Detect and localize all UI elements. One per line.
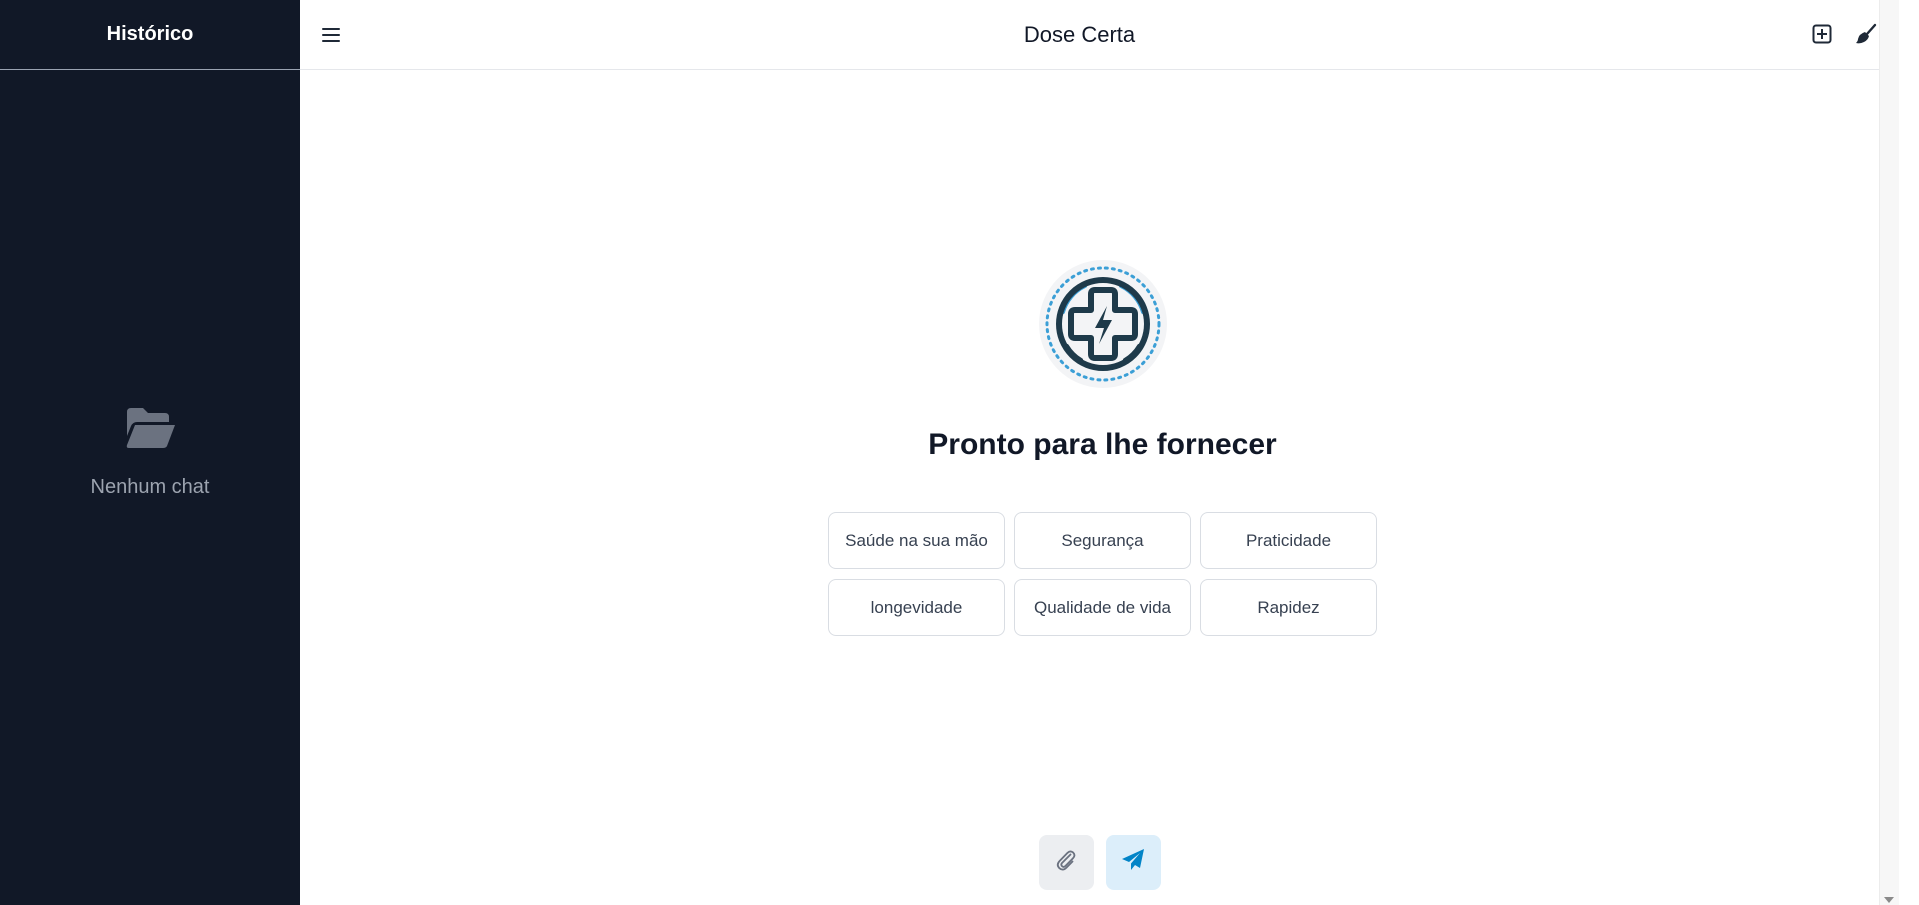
welcome-content: Pronto para lhe fornecer Saúde na sua mã… [300,70,1899,905]
app-root: Histórico Nenhum chat Dose Certa Pronto … [0,0,1919,905]
scroll-down-arrow-icon[interactable] [1884,897,1894,903]
suggestion-chips: Saúde na sua mão Segurança Praticidade l… [828,512,1377,637]
suggestion-chip[interactable]: Praticidade [1200,512,1377,570]
attach-button[interactable] [1038,835,1094,890]
sidebar-empty-state: Nenhum chat [0,70,300,905]
suggestion-chip[interactable]: Saúde na sua mão [828,512,1005,570]
folder-open-icon [123,406,177,450]
suggestion-chip[interactable]: Segurança [1014,512,1191,570]
suggestion-chip[interactable]: longevidade [828,579,1005,637]
paper-plane-send-icon [1120,847,1146,878]
paperclip-icon [1054,848,1078,877]
app-title: Dose Certa [1023,21,1136,47]
sidebar-header: Histórico [0,0,300,70]
top-actions [1809,21,1879,47]
top-bar: Dose Certa [300,0,1899,70]
sidebar-title: Histórico [106,23,194,45]
main-area: Dose Certa Pronto para lhe fornecer Saúd… [300,0,1899,905]
welcome-headline: Pronto para lhe fornecer [928,428,1277,461]
suggestion-chip[interactable]: Rapidez [1200,579,1377,637]
hamburger-menu-icon[interactable] [318,22,344,48]
vertical-scrollbar[interactable] [1879,0,1899,905]
new-chat-plus-icon[interactable] [1809,21,1835,47]
sidebar: Histórico Nenhum chat [0,0,300,905]
broom-clear-icon[interactable] [1853,21,1879,47]
suggestion-chip[interactable]: Qualidade de vida [1014,579,1191,637]
medical-cross-lightning-icon [1038,260,1167,388]
sidebar-empty-text: Nenhum chat [90,476,210,498]
send-button[interactable] [1105,835,1161,890]
composer-bar [300,835,1899,890]
